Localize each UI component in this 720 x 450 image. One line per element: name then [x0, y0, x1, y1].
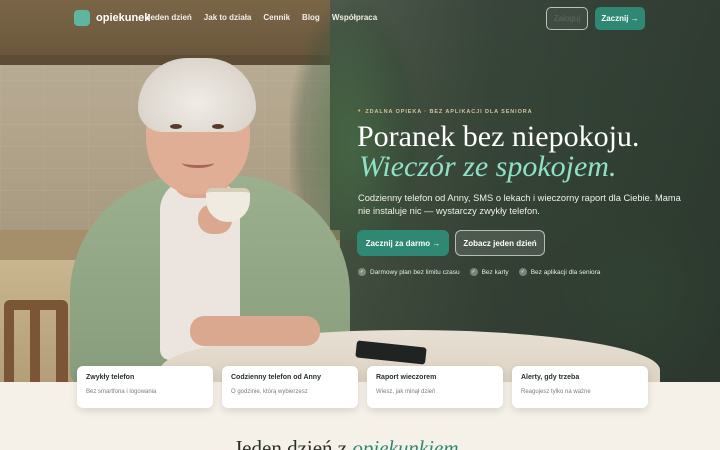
- feature-title: Alerty, gdy trzeba: [521, 374, 580, 381]
- feature-card: Raport wieczorem Wiesz, jak minął dzień: [367, 366, 503, 408]
- check-icon: ✓: [469, 268, 478, 276]
- check-label: Bez aplikacji dla seniora: [530, 268, 601, 276]
- hero-lead: Codzienny telefon od Anny, SMS o lekach …: [358, 193, 681, 216]
- check-item: ✓ Bez karty: [469, 268, 509, 276]
- hero-eyebrow: • ZDALNA OPIEKA · BEZ APLIKACJI DLA SENI…: [358, 108, 533, 115]
- senior-hair: [138, 58, 256, 132]
- nav-links: Jeden dzień Jak to działa Cennik Blog Ws…: [146, 13, 377, 22]
- hero-checklist: ✓ Darmowy plan bez limitu czasu ✓ Bez ka…: [358, 268, 600, 276]
- feature-card: Codzienny telefon od Anny O godzinie, kt…: [222, 366, 358, 408]
- nav-link-cennik[interactable]: Cennik: [263, 13, 290, 22]
- feature-title: Zwykły telefon: [86, 374, 135, 381]
- check-label: Darmowy plan bez limitu czasu: [370, 268, 460, 276]
- hero-overlay: [340, 0, 720, 382]
- top-nav: opiekunek Jeden dzień Jak to działa Cenn…: [0, 0, 720, 38]
- senior-arm: [190, 316, 320, 346]
- wooden-chair: [4, 300, 68, 382]
- feature-subtitle: Bez smartfona i logowania: [86, 389, 157, 395]
- eyebrow-dot-icon: •: [358, 108, 362, 115]
- feature-card: Zwykły telefon Bez smartfona i logowania: [77, 366, 213, 408]
- senior-eye: [170, 124, 182, 129]
- feature-title: Codzienny telefon od Anny: [231, 374, 321, 381]
- hero-headline-accent: Wieczór ze spokojem.: [359, 150, 617, 183]
- logo-icon: [74, 10, 90, 26]
- nav-link-jeden-dzien[interactable]: Jeden dzień: [146, 13, 192, 22]
- hero-eyebrow-text: ZDALNA OPIEKA · BEZ APLIKACJI DLA SENIOR…: [365, 108, 533, 115]
- feature-cards: Zwykły telefon Bez smartfona i logowania…: [77, 366, 648, 408]
- start-free-button[interactable]: Zacznij za darmo →: [357, 230, 449, 256]
- see-one-day-button[interactable]: Zobacz jeden dzień: [455, 230, 545, 256]
- logo-text: opiekunek: [96, 12, 151, 24]
- section-heading-accent: opiekunkiem: [352, 436, 459, 450]
- check-icon: ✓: [518, 268, 527, 276]
- nav-link-blog[interactable]: Blog: [302, 13, 320, 22]
- hero-section: [0, 0, 720, 382]
- start-button[interactable]: Zacznij →: [595, 7, 645, 30]
- feature-subtitle: Wiesz, jak minął dzień: [376, 389, 436, 395]
- section-heading-prefix: Jeden dzień z: [234, 436, 348, 450]
- check-icon: ✓: [358, 268, 366, 276]
- check-item: ✓ Darmowy plan bez limitu czasu: [358, 268, 460, 276]
- section-heading: Jeden dzień z opiekunkiem: [234, 436, 459, 450]
- nav-link-wspolpraca[interactable]: Współpraca: [332, 13, 377, 22]
- feature-subtitle: O godzinie, którą wybierzesz: [231, 389, 308, 395]
- logo[interactable]: opiekunek: [74, 10, 150, 26]
- senior-eye: [212, 124, 224, 129]
- nav-link-jak-to-dziala[interactable]: Jak to działa: [204, 13, 252, 22]
- senior-smile: [182, 158, 214, 168]
- feature-card: Alerty, gdy trzeba Reagujesz tylko na wa…: [512, 366, 648, 408]
- check-label: Bez karty: [481, 268, 509, 276]
- feature-title: Raport wieczorem: [376, 374, 437, 381]
- feature-subtitle: Reagujesz tylko na ważne: [521, 389, 591, 395]
- login-button[interactable]: Zaloguj: [546, 7, 588, 30]
- check-item: ✓ Bez aplikacji dla seniora: [518, 268, 601, 276]
- hero-headline: Poranek bez niepokoju.: [357, 120, 640, 153]
